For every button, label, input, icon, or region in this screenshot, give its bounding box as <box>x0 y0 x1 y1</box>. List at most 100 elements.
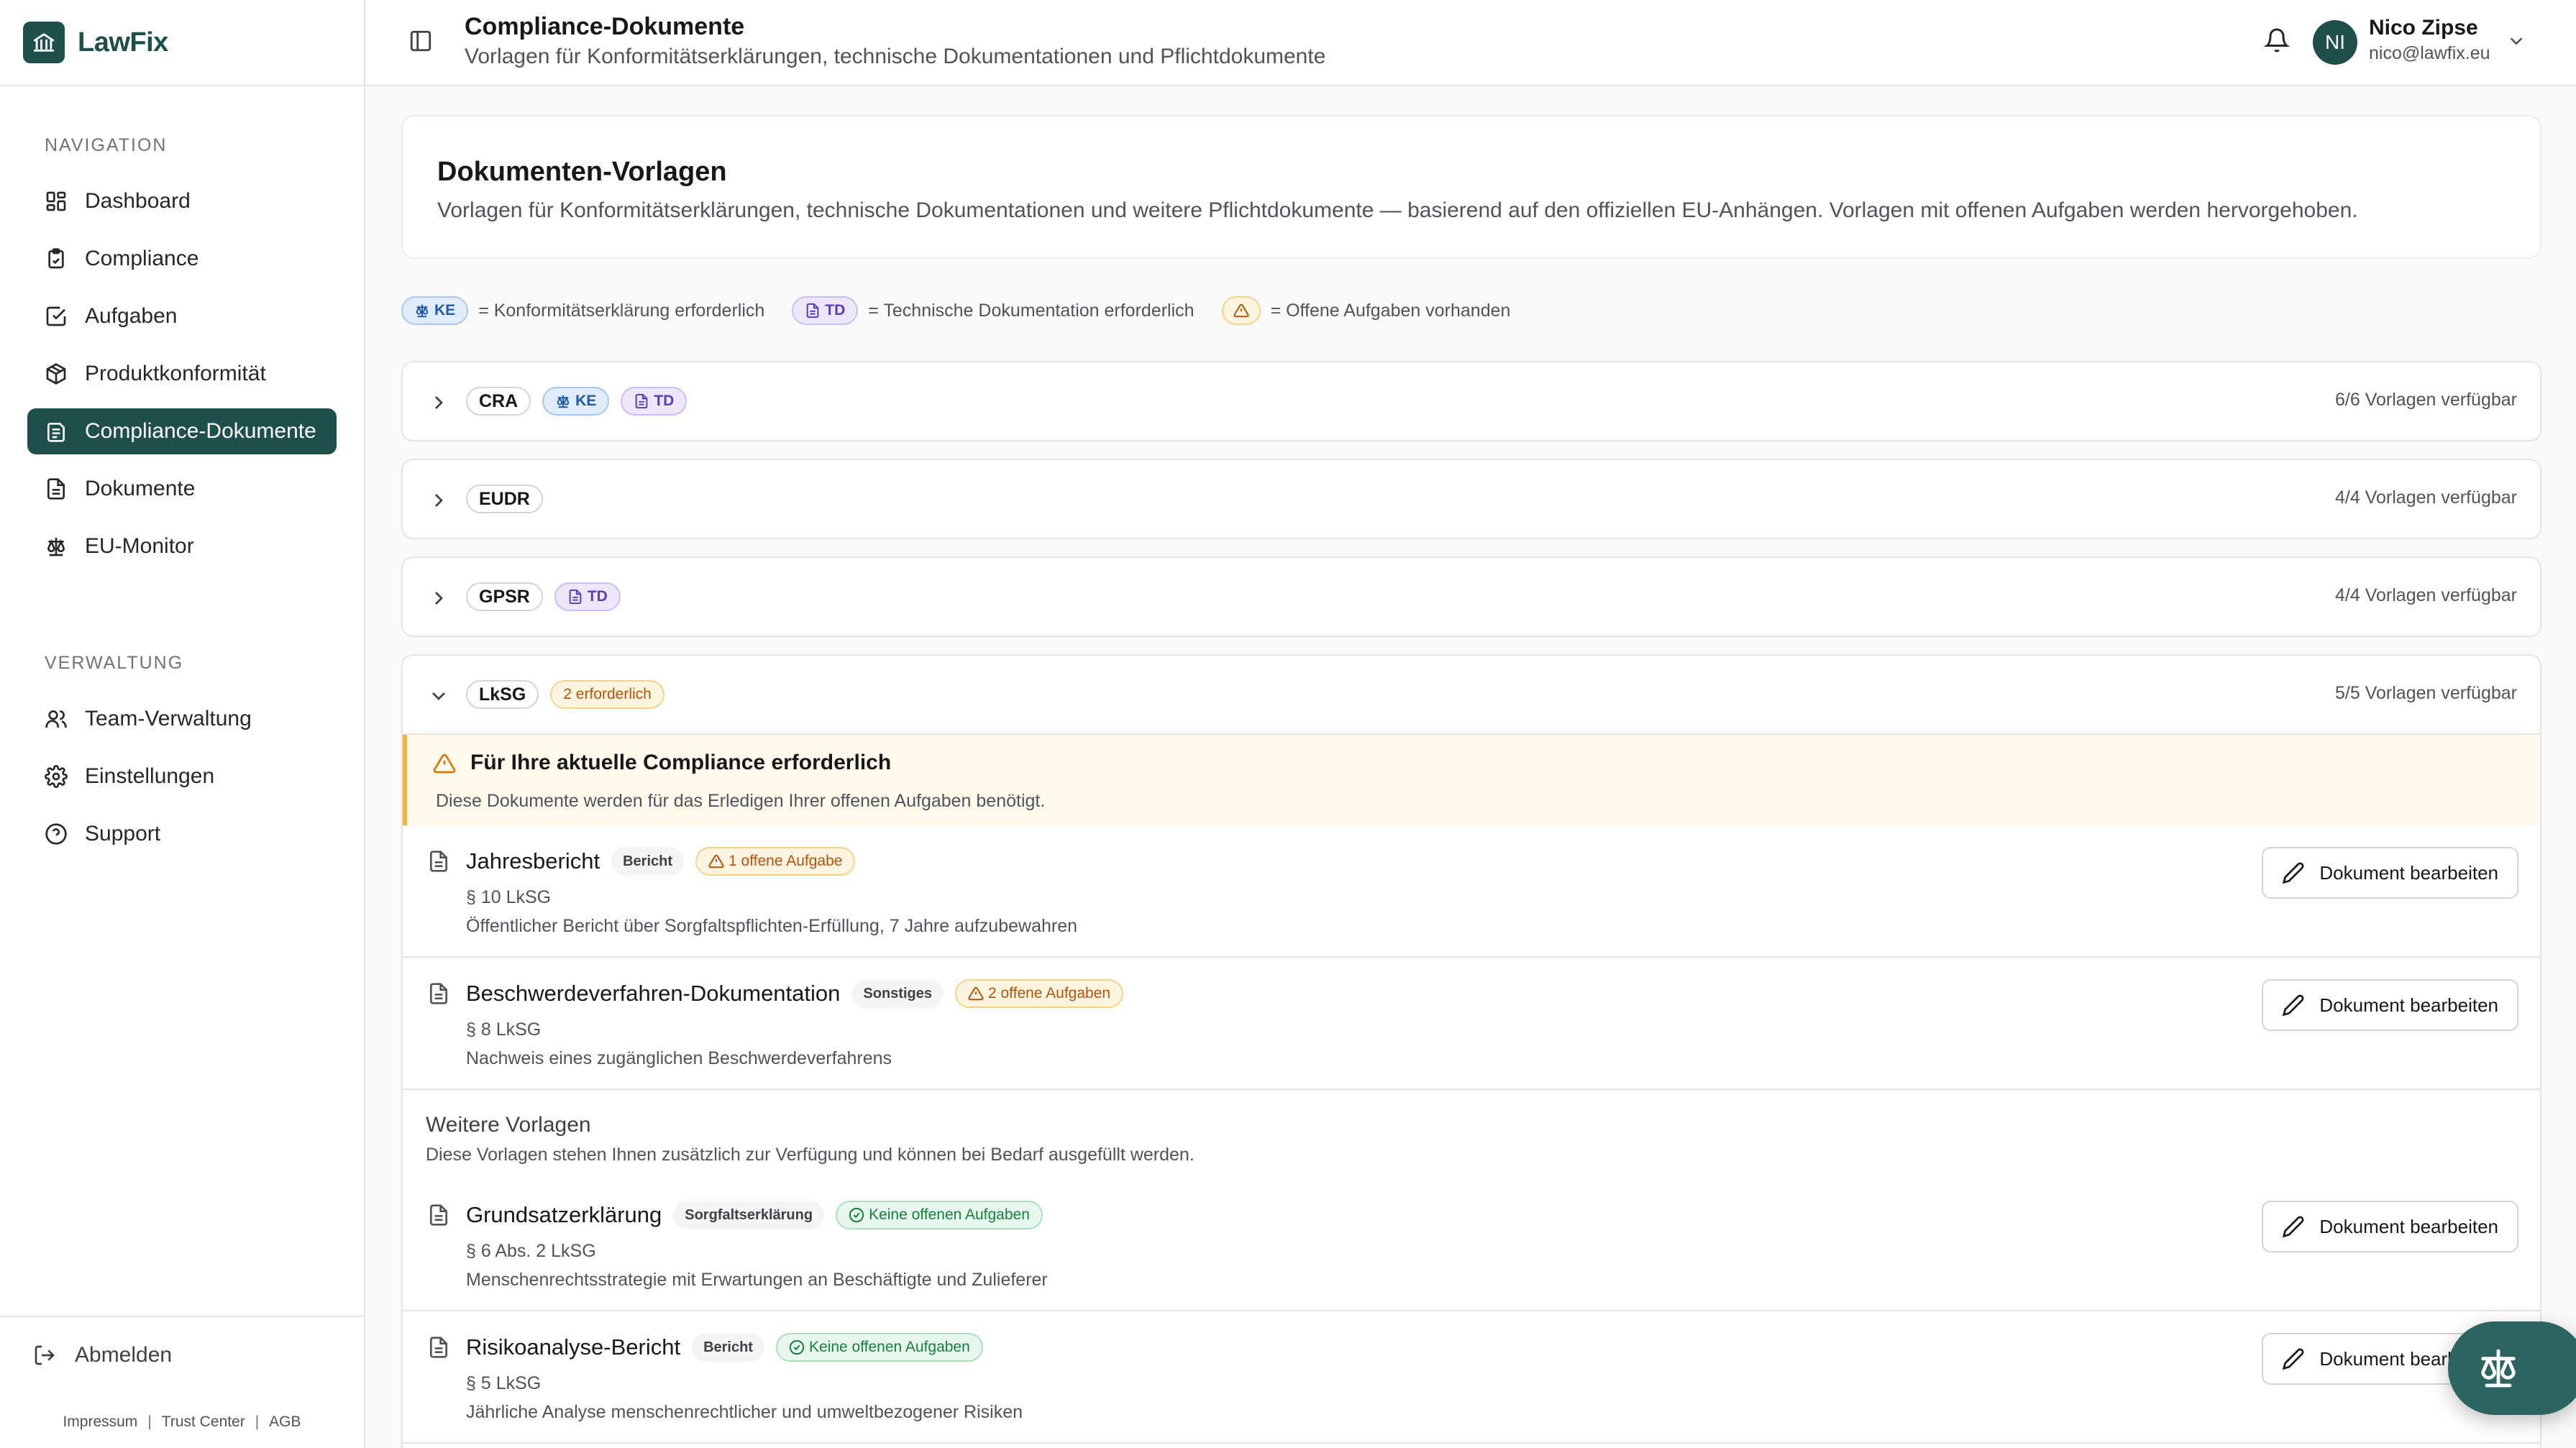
document-stack-icon <box>47 423 65 442</box>
group-count: 6/6 Vorlagen verfügbar <box>2335 390 2517 410</box>
group-lksg-header[interactable]: LkSG 2 erforderlich 5/5 Vorlagen verfügb… <box>403 656 2540 735</box>
legal-links: Impressum | Trust Center | AGB <box>63 1413 301 1430</box>
sidebar-item-team-verwaltung[interactable]: Team-Verwaltung <box>27 696 337 742</box>
td-badge-label: TD <box>587 588 608 605</box>
td-badge: TD <box>621 387 688 416</box>
scale-icon <box>557 395 570 408</box>
legend-ke-text: = Konformitätserklärung erforderlich <box>478 300 765 321</box>
nav-section-label: NAVIGATION <box>45 135 168 155</box>
warning-icon <box>708 854 724 869</box>
sidebar-toggle-icon[interactable] <box>408 29 433 53</box>
sidebar-item-compliance-dokumente[interactable]: Compliance-Dokumente <box>27 408 337 454</box>
group-count: 4/4 Vorlagen verfügbar <box>2335 585 2517 605</box>
clipboard-icon <box>48 248 64 269</box>
impressum-link[interactable]: Impressum <box>63 1413 137 1430</box>
trust-center-link[interactable]: Trust Center <box>162 1413 245 1430</box>
sidebar-item-dokumente[interactable]: Dokumente <box>27 466 337 512</box>
group-eudr[interactable]: EUDR 4/4 Vorlagen verfügbar <box>401 459 2541 539</box>
chevron-right-icon[interactable] <box>427 587 450 610</box>
chevron-right-icon[interactable] <box>427 391 450 414</box>
file-icon <box>430 983 447 1004</box>
logout-button[interactable]: Abmelden <box>33 1343 172 1367</box>
intro-text: Vorlagen für Konformitätserklärungen, te… <box>437 198 2358 222</box>
chevron-down-icon[interactable] <box>2506 30 2527 52</box>
avatar[interactable]: NI <box>2313 20 2357 65</box>
edit-document-button[interactable]: Dokument bearbeiten <box>2262 847 2518 899</box>
top-header: Compliance-Dokumente Vorlagen für Konfor… <box>365 0 2576 86</box>
document-description: Menschenrechtsstrategie mit Erwartungen … <box>466 1270 1048 1290</box>
chevron-right-icon[interactable] <box>427 489 450 512</box>
app-name: LawFix <box>78 27 168 58</box>
gear-icon <box>45 765 68 788</box>
group-code: CRA <box>466 387 531 416</box>
more-templates-title: Weitere Vorlagen <box>426 1113 591 1137</box>
document-reference: § 6 Abs. 2 LkSG <box>466 1241 596 1261</box>
status-label: 1 offene Aufgabe <box>729 853 843 869</box>
group-code: EUDR <box>466 485 543 513</box>
group-count: 5/5 Vorlagen verfügbar <box>2335 683 2517 703</box>
status-badge: 2 offene Aufgaben <box>954 979 1124 1008</box>
bell-icon[interactable] <box>2264 27 2290 53</box>
sidebar-item-support[interactable]: Support <box>27 811 337 857</box>
alert-title: Für Ihre aktuelle Compliance erforderlic… <box>470 751 892 774</box>
sidebar-item-label: Aufgaben <box>85 304 178 328</box>
sidebar-item-label: Dashboard <box>85 189 191 213</box>
sidebar-item-compliance[interactable]: Compliance <box>27 236 337 282</box>
pencil-icon <box>2283 994 2304 1017</box>
group-gpsr[interactable]: GPSR TD 4/4 Vorlagen verfügbar <box>401 556 2541 637</box>
sidebar-item-aufgaben[interactable]: Aufgaben <box>27 293 337 339</box>
status-badge: Keine offenen Aufgaben <box>836 1201 1043 1229</box>
user-email: nico@lawfix.eu <box>2369 43 2490 63</box>
group-cra[interactable]: CRA KE TD 6/6 Vorlagen verfügbar <box>401 361 2541 441</box>
edit-document-button[interactable]: Dokument bearbeiten <box>2262 979 2518 1031</box>
document-row: Jahresbericht Bericht 1 offene Aufgabe §… <box>403 825 2540 958</box>
user-name[interactable]: Nico Zipse <box>2369 16 2478 40</box>
warning-icon <box>433 753 456 774</box>
category-badge: Bericht <box>611 847 684 876</box>
file-icon <box>430 1337 447 1358</box>
scale-icon <box>416 304 429 318</box>
scale-icon <box>2481 1349 2516 1388</box>
file-icon <box>430 851 447 872</box>
category-badge: Sonstiges <box>851 979 944 1008</box>
sidebar-item-dashboard[interactable]: Dashboard <box>27 178 337 224</box>
check-circle-icon <box>849 1207 864 1223</box>
sidebar-item-label: Support <box>85 822 161 846</box>
intro-card: Dokumenten-Vorlagen Vorlagen für Konform… <box>401 115 2541 259</box>
document-row: Risikoanalyse-Bericht Bericht Keine offe… <box>403 1311 2540 1444</box>
document-name: Grundsatzerklärung <box>466 1202 662 1227</box>
edit-document-button[interactable]: Dokument bearbeiten <box>2262 1201 2518 1252</box>
edit-document-label: Dokument bearbeiten <box>2319 861 2498 884</box>
status-label: Keine offenen Aufgaben <box>808 1339 970 1355</box>
edit-document-label: Dokument bearbeiten <box>2319 1215 2498 1237</box>
pencil-icon <box>2283 862 2304 884</box>
app-logo[interactable]: LawFix <box>0 0 364 86</box>
group-code: LkSG <box>466 680 539 709</box>
document-row: Beschwerdeverfahren-Dokumentation Sonsti… <box>403 958 2540 1090</box>
users-icon <box>45 710 67 728</box>
legend-td-text: = Technische Dokumentation erforderlich <box>868 300 1195 321</box>
warning-icon <box>968 986 984 1001</box>
td-badge-label: TD <box>825 302 846 319</box>
document-name: Beschwerdeverfahren-Dokumentation <box>466 981 841 1006</box>
help-icon <box>45 823 67 845</box>
package-icon <box>46 363 66 385</box>
sidebar-item-eu-monitor[interactable]: EU-Monitor <box>27 523 337 569</box>
status-badge: Keine offenen Aufgaben <box>775 1333 983 1362</box>
td-badge-label: TD <box>654 393 675 409</box>
agb-link[interactable]: AGB <box>269 1413 301 1430</box>
category-badge: Bericht <box>692 1333 764 1362</box>
group-count: 4/4 Vorlagen verfügbar <box>2335 487 2517 508</box>
legal-assistant-button[interactable] <box>2448 1321 2576 1415</box>
required-badge: 2 erforderlich <box>550 680 664 709</box>
document-name: Jahresbericht <box>466 848 600 874</box>
sidebar: LawFix NAVIGATION Dashboard Compliance A… <box>0 0 365 1448</box>
legend: KE = Konformitätserklärung erforderlich … <box>401 296 1510 325</box>
sidebar-item-label: EU-Monitor <box>85 534 194 558</box>
sidebar-item-einstellungen[interactable]: Einstellungen <box>27 753 337 799</box>
alert-description: Diese Dokumente werden für das Erledigen… <box>436 791 1046 811</box>
chevron-down-icon[interactable] <box>427 684 450 707</box>
sidebar-item-produktkonformitaet[interactable]: Produktkonformität <box>27 351 337 397</box>
file-icon <box>430 1204 447 1226</box>
legend-warn-text: = Offene Aufgaben vorhanden <box>1270 300 1511 321</box>
